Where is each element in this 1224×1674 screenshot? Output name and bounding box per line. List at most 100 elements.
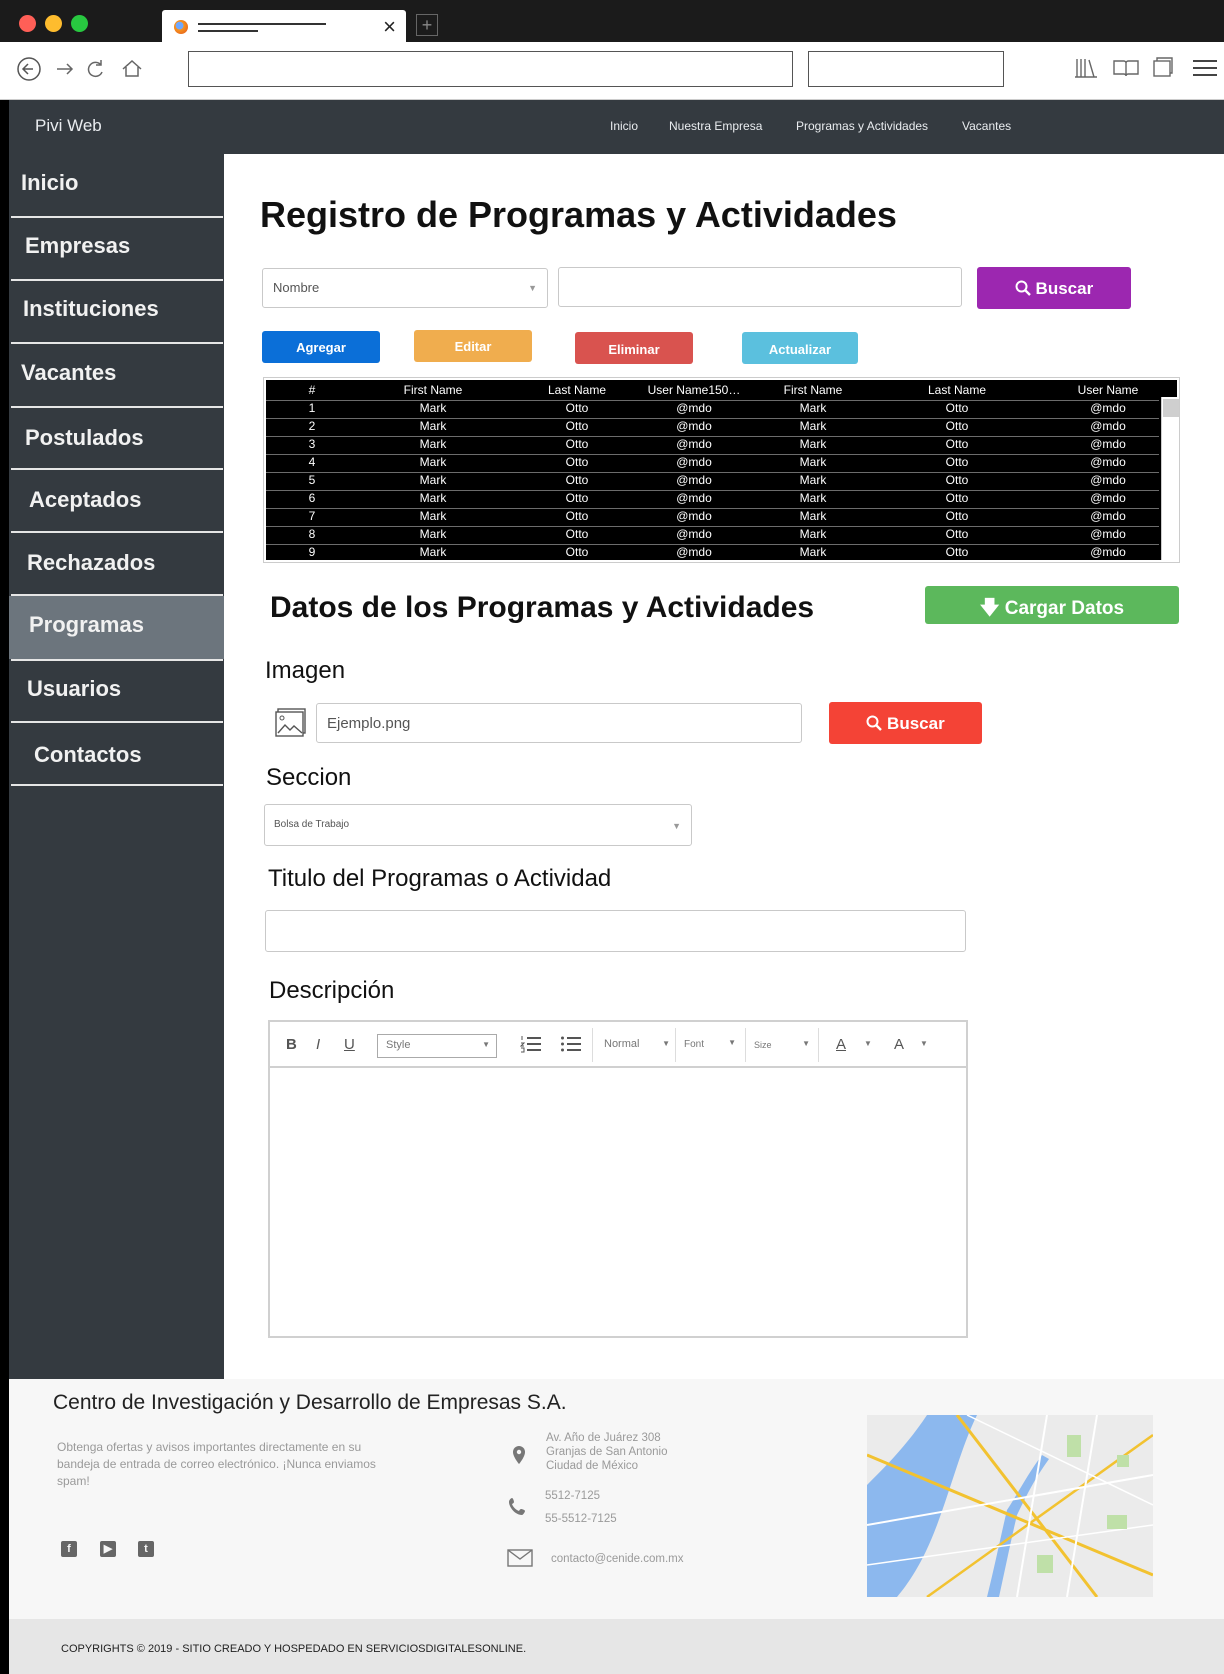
minimize-window-button[interactable] (45, 15, 62, 32)
menu-icon[interactable] (1192, 56, 1218, 86)
phone-icon (507, 1496, 529, 1523)
toolbar-divider (592, 1028, 593, 1062)
table-row[interactable]: 6 Mark Otto @mdo Mark Otto @mdo (266, 490, 1159, 508)
sidebar-item-programas[interactable]: Programas (9, 596, 224, 659)
table-header-cell[interactable]: User Name (1038, 383, 1178, 397)
table-cell: Mark (419, 509, 447, 523)
table-cell: Otto (945, 455, 969, 469)
footer-email[interactable]: contacto@cenide.com.mx (551, 1552, 683, 1566)
youtube-icon[interactable]: ▶ (100, 1541, 116, 1557)
data-table: # First Name Last Name User Name150… Fir… (263, 377, 1180, 563)
table-row[interactable]: 5 Mark Otto @mdo Mark Otto @mdo (266, 472, 1159, 490)
sidebar-item-contactos[interactable]: Contactos (9, 726, 224, 789)
add-button[interactable]: Agregar (262, 331, 380, 363)
section-select[interactable]: Bolsa de Trabajo ▼ (264, 804, 692, 846)
top-nav-vacantes[interactable]: Vacantes (962, 119, 1011, 133)
search-icon (866, 715, 883, 731)
chevron-down-icon[interactable]: ▼ (864, 1039, 872, 1048)
sidebar-divider (11, 406, 223, 408)
table-header-cell[interactable]: First Name (363, 383, 503, 397)
chevron-down-icon[interactable]: ▼ (920, 1039, 928, 1048)
close-tab-icon[interactable]: × (383, 14, 396, 40)
table-row[interactable]: 7 Mark Otto @mdo Mark Otto @mdo (266, 508, 1159, 526)
table-header-cell[interactable]: # (242, 383, 382, 397)
image-file-input[interactable]: Ejemplo.png (316, 703, 802, 743)
edit-button[interactable]: Editar (414, 330, 532, 362)
location-map[interactable] (867, 1415, 1153, 1597)
sidebar-item-rechazados[interactable]: Rechazados (9, 534, 224, 597)
arrow-down-icon: 🡇 (979, 598, 1000, 619)
maximize-window-button[interactable] (71, 15, 88, 32)
program-title-input[interactable] (265, 910, 966, 952)
table-cell: Mark (419, 545, 447, 559)
top-nav-nuestra-empresa[interactable]: Nuestra Empresa (669, 119, 762, 133)
sidebar-item-aceptados[interactable]: Aceptados (9, 471, 224, 534)
load-data-button[interactable]: 🡇 Cargar Datos (925, 586, 1179, 624)
table-row[interactable]: 2 Mark Otto @mdo Mark Otto @mdo (266, 418, 1159, 436)
sidebar-item-empresas[interactable]: Empresas (9, 217, 224, 280)
font-select[interactable]: Font ▼ (684, 1034, 736, 1058)
browser-search-bar[interactable] (808, 51, 1004, 87)
style-select[interactable]: Style ▼ (377, 1034, 497, 1058)
toolbar-divider (745, 1028, 746, 1062)
back-icon[interactable] (16, 56, 42, 88)
editor-content-area[interactable] (270, 1070, 966, 1336)
table-row[interactable]: 9 Mark Otto @mdo Mark Otto @mdo (266, 544, 1159, 562)
sidebar-item-vacantes[interactable]: Vacantes (9, 344, 224, 407)
search-button[interactable]: Buscar (977, 267, 1131, 309)
phone-1: 5512-7125 (545, 1490, 600, 1502)
table-scrollbar[interactable] (1161, 397, 1179, 560)
refresh-button[interactable]: Actualizar (742, 332, 858, 364)
reload-icon[interactable] (84, 56, 106, 88)
text-color-button[interactable]: A (836, 1036, 846, 1053)
table-row[interactable]: 4 Mark Otto @mdo Mark Otto @mdo (266, 454, 1159, 472)
footer: Centro de Investigación y Desarrollo de … (9, 1379, 1224, 1619)
size-select[interactable]: Size ▼ (754, 1034, 810, 1058)
page-title: Registro de Programas y Actividades (260, 194, 897, 235)
home-icon[interactable] (120, 56, 144, 88)
sidebar-toggle-icon[interactable] (1152, 56, 1174, 86)
top-nav-inicio[interactable]: Inicio (610, 119, 638, 133)
background-color-button[interactable]: A (894, 1036, 904, 1053)
top-nav-programas[interactable]: Programas y Actividades (796, 119, 928, 133)
scrollbar-thumb[interactable] (1163, 399, 1179, 417)
table-cell: 5 (308, 473, 316, 487)
delete-button[interactable]: Eliminar (575, 332, 693, 364)
table-cell: Mark (419, 401, 447, 415)
table-cell: Mark (799, 419, 827, 433)
sidebar-divider (11, 468, 223, 470)
format-select[interactable]: Normal ▼ (604, 1034, 670, 1058)
sidebar-item-inicio[interactable]: Inicio (9, 154, 224, 217)
underline-button[interactable]: U (344, 1036, 355, 1053)
facebook-icon[interactable]: f (61, 1541, 77, 1557)
bullet-list-icon[interactable] (560, 1034, 582, 1059)
table-row[interactable]: 3 Mark Otto @mdo Mark Otto @mdo (266, 436, 1159, 454)
reader-view-icon[interactable] (1112, 56, 1140, 86)
image-search-button[interactable]: Buscar (829, 702, 982, 744)
table-row[interactable]: 8 Mark Otto @mdo Mark Otto @mdo (266, 526, 1159, 544)
library-icon[interactable] (1074, 56, 1098, 86)
table-header-cell[interactable]: Last Name (887, 383, 1027, 397)
sidebar-item-usuarios[interactable]: Usuarios (9, 660, 224, 723)
table-cell: Mark (419, 527, 447, 541)
ordered-list-icon[interactable] (519, 1034, 542, 1059)
search-button-label: Buscar (1035, 279, 1094, 298)
twitter-icon[interactable]: t (138, 1541, 154, 1557)
address-bar[interactable] (188, 51, 793, 87)
bold-button[interactable]: B (286, 1036, 297, 1053)
new-tab-button[interactable]: + (416, 14, 438, 36)
forward-icon[interactable] (54, 56, 76, 88)
close-window-button[interactable] (19, 15, 36, 32)
sidebar-item-postulados[interactable]: Postulados (9, 409, 224, 472)
browser-tab[interactable]: × (162, 10, 406, 44)
site-brand[interactable]: Pivi Web (35, 116, 102, 136)
italic-button[interactable]: I (316, 1036, 320, 1053)
table-cell: Otto (945, 437, 969, 451)
sidebar-item-instituciones[interactable]: Instituciones (9, 280, 224, 343)
table-row[interactable]: 1 Mark Otto @mdo Mark Otto @mdo (266, 400, 1159, 418)
sidebar-divider (11, 531, 223, 533)
search-input[interactable] (558, 267, 962, 307)
table-header-cell[interactable]: First Name (743, 383, 883, 397)
section-label: Seccion (266, 764, 352, 791)
search-filter-select[interactable]: Nombre ▼ (262, 268, 548, 308)
